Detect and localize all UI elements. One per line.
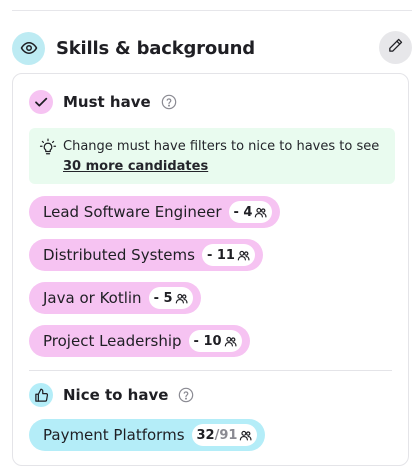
thumbs-up-icon	[29, 383, 53, 407]
skill-chip[interactable]: Lead Software Engineer - 4	[29, 196, 281, 228]
hint-text: Change must have filters to nice to have…	[63, 139, 380, 154]
candidate-count-badge: 32/91	[191, 424, 258, 446]
skill-chip[interactable]: Distributed Systems - 11	[29, 239, 263, 271]
people-icon	[255, 207, 267, 217]
people-icon	[237, 250, 250, 260]
skills-card: Must have Change must have filters to ni…	[12, 73, 409, 466]
people-icon	[175, 293, 188, 303]
help-icon[interactable]	[161, 94, 177, 110]
chip-count: - 5	[153, 290, 173, 306]
must-have-label: Must have	[63, 93, 151, 111]
check-icon	[29, 90, 53, 114]
section-title: Skills & background	[56, 37, 255, 59]
chip-count: - 4	[233, 204, 253, 220]
people-icon	[224, 336, 237, 346]
section-divider	[29, 370, 392, 371]
section-header: Skills & background	[12, 31, 412, 65]
top-divider	[12, 10, 412, 11]
chip-count: - 11	[206, 247, 235, 263]
skill-chip[interactable]: Payment Platforms 32/91	[29, 419, 266, 451]
chip-count-total: /91	[214, 427, 238, 443]
candidate-count-badge: - 5	[148, 287, 193, 309]
help-icon[interactable]	[178, 387, 194, 403]
nice-to-have-header: Nice to have	[29, 383, 194, 407]
candidate-count-badge: - 4	[228, 201, 273, 223]
candidate-count-badge: - 11	[201, 244, 255, 266]
hint-banner: Change must have filters to nice to have…	[29, 128, 395, 184]
chip-label: Lead Software Engineer	[43, 203, 222, 221]
nice-to-have-label: Nice to have	[63, 386, 169, 404]
candidate-count-badge: - 10	[188, 330, 242, 352]
chip-label: Project Leadership	[43, 332, 182, 350]
chip-label: Java or Kotlin	[43, 289, 142, 307]
people-icon	[240, 430, 252, 440]
skill-chip[interactable]: Project Leadership - 10	[29, 325, 250, 357]
more-candidates-link[interactable]: 30 more candidates	[63, 159, 208, 174]
chip-count-value: 32	[196, 427, 215, 443]
pencil-icon	[387, 37, 404, 58]
skill-chip[interactable]: Java or Kotlin - 5	[29, 282, 201, 314]
lightbulb-icon	[39, 138, 57, 163]
chip-label: Payment Platforms	[43, 426, 185, 444]
chip-count: - 10	[193, 333, 222, 349]
chip-label: Distributed Systems	[43, 246, 195, 264]
must-have-header: Must have	[29, 90, 177, 114]
edit-button[interactable]	[379, 31, 412, 64]
eye-icon	[12, 31, 45, 65]
